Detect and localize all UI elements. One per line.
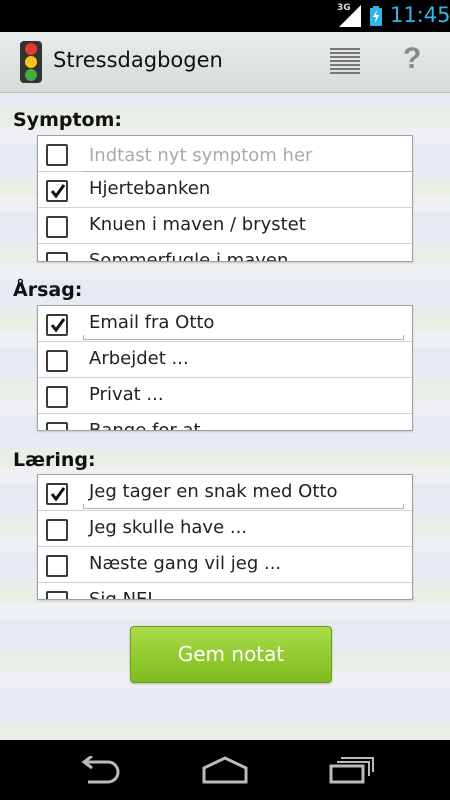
help-icon[interactable]: ?: [403, 42, 421, 76]
list-item[interactable]: [38, 136, 412, 172]
list-item[interactable]: Privat ...: [38, 378, 412, 414]
list-item[interactable]: Hjertebanken: [38, 172, 412, 208]
checkbox[interactable]: [46, 350, 68, 372]
checkmark-icon: [50, 318, 66, 333]
signal-icon: [339, 5, 361, 27]
checkbox[interactable]: [46, 216, 68, 238]
list-item[interactable]: Jeg skulle have ...: [38, 511, 412, 547]
home-icon[interactable]: [202, 756, 248, 784]
checkmark-icon: [50, 487, 66, 502]
list-item[interactable]: Arbejdet ...: [38, 342, 412, 378]
action-bar: Stressdagbogen ?: [0, 32, 450, 93]
list-item-label: Sommerfugle i maven: [89, 250, 289, 262]
list-item-label: Sig NEJ ...: [89, 589, 176, 600]
list-item[interactable]: Email fra Otto: [38, 306, 412, 342]
main-content: Symptom: Hjertebanken Knuen i maven / br…: [0, 93, 450, 740]
checkbox[interactable]: [46, 386, 68, 408]
checkbox[interactable]: [46, 422, 68, 430]
list-item-label: Arbejdet ...: [89, 348, 189, 369]
new-symptom-input[interactable]: [83, 140, 412, 172]
checkbox-checked[interactable]: [46, 314, 68, 336]
section-title-cause: Årsag:: [13, 279, 83, 301]
checkbox[interactable]: [46, 144, 68, 166]
traffic-light-icon[interactable]: [20, 41, 42, 83]
status-bar: 3G 11:45: [0, 0, 450, 32]
list-item[interactable]: Næste gang vil jeg ...: [38, 547, 412, 583]
text-underline: [83, 335, 404, 340]
list-item-label: Hjertebanken: [89, 178, 211, 199]
list-item-label: Næste gang vil jeg ...: [89, 553, 282, 574]
section-title-learning: Læring:: [13, 449, 96, 471]
list-item[interactable]: Sommerfugle i maven: [38, 244, 412, 262]
list-item[interactable]: Jeg tager en snak med Otto: [38, 475, 412, 511]
checkbox[interactable]: [46, 519, 68, 541]
checkbox[interactable]: [46, 252, 68, 261]
nav-bar: [0, 740, 450, 800]
clock: 11:45: [390, 3, 450, 27]
list-item-label: Bange for at ...: [89, 420, 224, 431]
recent-apps-icon[interactable]: [329, 756, 375, 784]
cause-list[interactable]: Email fra Otto Arbejdet ... Privat ... B…: [37, 305, 413, 431]
checkbox[interactable]: [46, 555, 68, 577]
list-item-label: Email fra Otto: [89, 312, 215, 333]
symptom-list[interactable]: Hjertebanken Knuen i maven / brystet Som…: [37, 135, 413, 262]
save-note-button[interactable]: Gem notat: [130, 626, 332, 683]
list-item-label: Jeg skulle have ...: [89, 517, 248, 538]
checkmark-icon: [50, 184, 66, 199]
list-item-label: Jeg tager en snak med Otto: [89, 481, 338, 502]
checkbox[interactable]: [46, 591, 68, 599]
back-icon[interactable]: [76, 756, 122, 784]
learning-list[interactable]: Jeg tager en snak med Otto Jeg skulle ha…: [37, 474, 413, 600]
app-title: Stressdagbogen: [53, 48, 223, 72]
list-item-label: Knuen i maven / brystet: [89, 214, 306, 235]
list-item-label: Privat ...: [89, 384, 164, 405]
battery-charging-icon: [370, 6, 382, 26]
text-underline: [83, 504, 404, 509]
list-icon[interactable]: [328, 46, 362, 78]
list-item[interactable]: Knuen i maven / brystet: [38, 208, 412, 244]
list-item[interactable]: Bange for at ...: [38, 414, 412, 431]
checkbox-checked[interactable]: [46, 180, 68, 202]
list-item[interactable]: Sig NEJ ...: [38, 583, 412, 600]
checkbox-checked[interactable]: [46, 483, 68, 505]
section-title-symptom: Symptom:: [13, 109, 122, 131]
